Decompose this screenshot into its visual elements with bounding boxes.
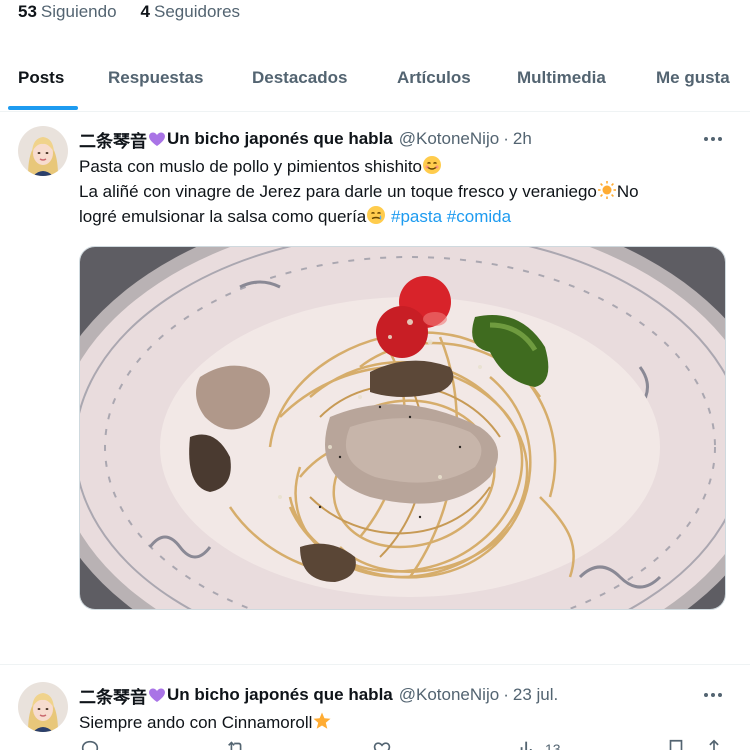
tab-posts[interactable]: Posts [18,68,64,88]
tab-respuestas[interactable]: Respuestas [108,68,203,88]
tab-me-gusta[interactable]: Me gusta [656,68,730,88]
tab-multimedia[interactable]: Multimedia [517,68,606,88]
tweet-header: 二条琴音 Un bicho japonés que habla @KotoneN… [79,127,532,152]
smiling-face-icon [423,156,442,174]
tab-destacados[interactable]: Destacados [252,68,347,88]
avatar[interactable] [18,682,68,732]
tweet-text: Siempre ando con Cinnamoroll [79,710,729,735]
avatar[interactable] [18,126,68,176]
tweet-text: Pasta con muslo de pollo y pimientos shi… [79,156,639,226]
separator-dot: · [503,129,509,148]
tweet[interactable]: 二条琴音 Un bicho japonés que habla @KotoneN… [0,666,750,750]
author-name-suffix[interactable]: Un bicho japonés que habla [167,685,393,705]
author-name-suffix[interactable]: Un bicho japonés que habla [167,129,393,149]
more-options-button[interactable] [702,684,724,706]
author-name[interactable]: 二条琴音 [79,683,147,708]
tweet[interactable]: 二条琴音 Un bicho japonés que habla @KotoneN… [0,112,750,750]
separator-dot: · [503,685,509,704]
hashtag-pasta[interactable]: #pasta [391,207,442,226]
sun-icon [597,181,616,199]
author-handle[interactable]: @KotoneNijo [399,685,499,705]
tweet-time[interactable]: 2h [513,129,532,149]
active-tab-indicator [8,106,78,110]
tweet-time[interactable]: 23 jul. [513,685,558,705]
tweet-photo[interactable] [79,246,726,610]
follow-counts: 53 Siguiendo 4 Seguidores [18,2,240,24]
author-name[interactable]: 二条琴音 [79,127,147,152]
more-options-button[interactable] [702,128,724,150]
star-icon [313,712,331,729]
purple-heart-icon [149,688,165,702]
tab-articulos[interactable]: Artículos [397,68,471,88]
followers-link[interactable]: 4 Seguidores [141,2,240,24]
purple-heart-icon [149,132,165,146]
author-handle[interactable]: @KotoneNijo [399,129,499,149]
following-link[interactable]: 53 Siguiendo [18,2,117,24]
hashtag-comida[interactable]: #comida [447,207,511,226]
profile-tabs: Posts Respuestas Destacados Artículos Mu… [0,50,750,112]
tweet-header: 二条琴音 Un bicho japonés que habla @KotoneN… [79,683,558,708]
crying-face-icon [367,206,386,224]
